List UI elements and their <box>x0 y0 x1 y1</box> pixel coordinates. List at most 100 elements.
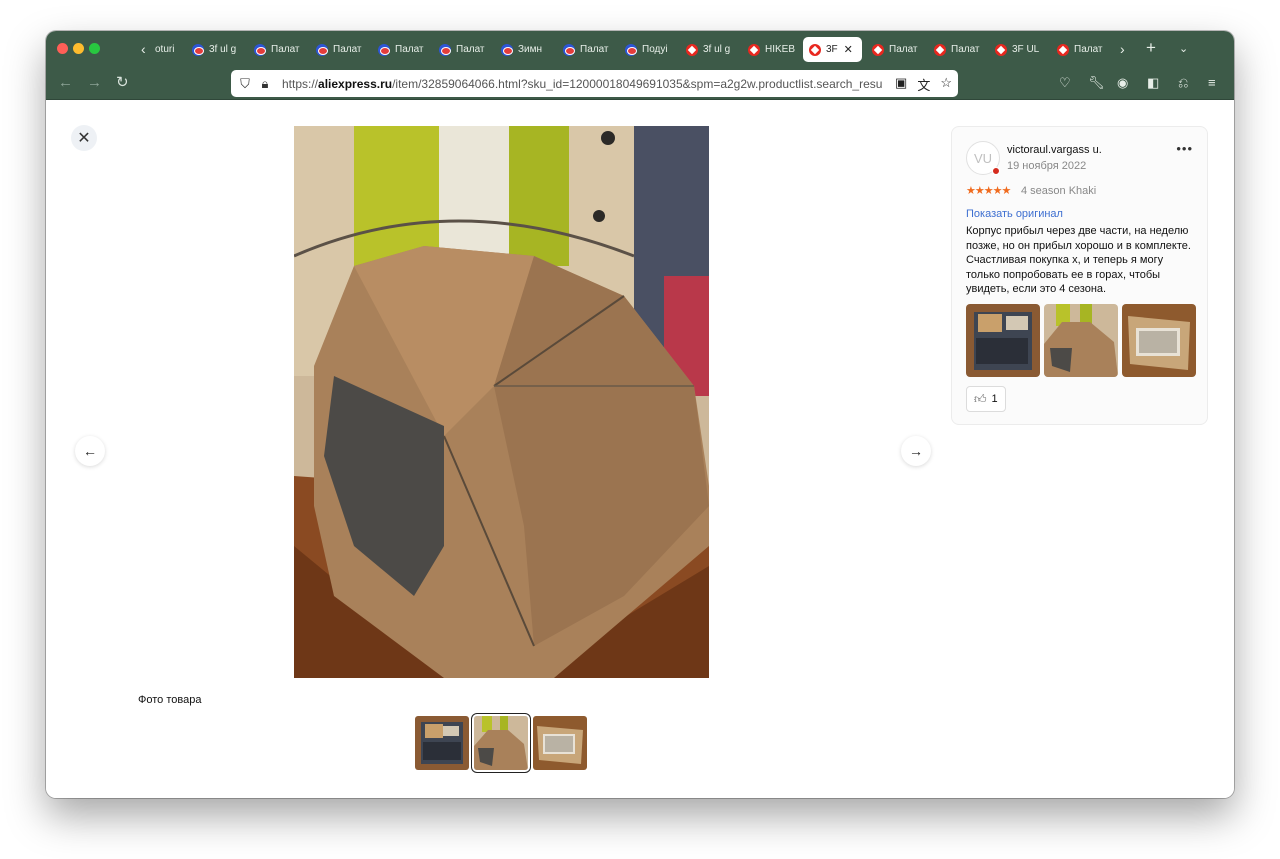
tab-5[interactable]: Палат <box>439 37 491 62</box>
browser-window: ‹ oturi 3f ul g Палат Палат Палат Палат … <box>46 31 1234 798</box>
scroll-tabs-left-icon[interactable]: ‹ <box>141 39 146 59</box>
tab-11-active[interactable]: 3F ✕ <box>803 37 862 62</box>
forward-icon[interactable]: → <box>87 74 102 92</box>
like-count: 1 <box>991 393 998 405</box>
tab-favicon-icon <box>934 43 946 56</box>
account-icon[interactable]: ◉ <box>1117 75 1128 91</box>
tab-label: HIKEB <box>765 44 796 55</box>
tab-10[interactable]: HIKEB <box>748 37 800 62</box>
review-image-interior[interactable] <box>1122 304 1196 377</box>
rating-stars: ★★★★★ <box>966 185 1011 197</box>
tab-label: 3F UL <box>1012 44 1040 55</box>
tab-favicon-icon <box>872 43 884 56</box>
tab-favicon-icon <box>686 43 698 56</box>
thumbnail-package[interactable] <box>415 716 469 770</box>
url-text[interactable]: https://aliexpress.ru/item/32859064066.h… <box>282 77 882 91</box>
review-photo-viewer: ✕ ← → Фото товара VU victoraul.vargass u… <box>46 100 1234 798</box>
tab-favicon-icon <box>748 43 760 56</box>
tab-label: Подуі <box>642 44 668 55</box>
extensions-icon[interactable]: ⎌ <box>1178 75 1188 91</box>
close-tab-icon[interactable]: ✕ <box>844 43 853 56</box>
list-tabs-icon[interactable]: ⌄ <box>1179 39 1188 59</box>
tab-7[interactable]: Палат <box>563 37 615 62</box>
navigation-bar: ← → ↻ ⛉ 🔒︎ https://aliexpress.ru/item/32… <box>46 67 1234 100</box>
tab-1[interactable]: 3f ul g <box>192 37 244 62</box>
arrow-left-icon: ← <box>83 443 97 459</box>
translate-icon[interactable]: 文 <box>917 75 930 94</box>
tab-label: Палат <box>333 44 362 55</box>
url-path: /item/32859064066.html?sku_id=1200001804… <box>392 76 882 91</box>
tab-4[interactable]: Палат <box>378 37 430 62</box>
review-card: VU victoraul.vargass u. 19 ноября 2022 •… <box>951 126 1208 425</box>
reviewer-name: victoraul.vargass u. <box>1007 144 1102 156</box>
bookmark-star-icon[interactable]: ☆ <box>940 75 952 94</box>
tab-13[interactable]: Палат <box>934 37 986 62</box>
tab-favicon-icon <box>316 43 328 56</box>
tab-2[interactable]: Палат <box>254 37 306 62</box>
product-variant: 4 season Khaki <box>1021 185 1097 197</box>
review-image-package[interactable] <box>966 304 1040 377</box>
tab-14[interactable]: 3F UL <box>995 37 1047 62</box>
more-options-icon[interactable]: ••• <box>1176 141 1193 156</box>
tab-label: 3f ul g <box>209 44 237 55</box>
tab-label: 3F <box>826 44 838 55</box>
tab-favicon-icon <box>254 43 266 56</box>
wrench-icon[interactable]: 🔧︎ <box>1088 75 1105 91</box>
tab-15[interactable]: Палат <box>1057 37 1113 62</box>
arrow-right-icon: → <box>909 443 923 459</box>
show-original-link[interactable]: Показать оригинал <box>966 208 1063 220</box>
back-icon[interactable]: ← <box>58 74 73 92</box>
tab-favicon-icon <box>192 43 204 56</box>
country-flag-icon <box>992 167 1000 175</box>
tab-8[interactable]: Подуі <box>625 37 677 62</box>
tab-favicon-icon <box>809 43 821 56</box>
tab-favicon-icon <box>625 43 637 56</box>
window-minimize-button[interactable] <box>73 43 84 54</box>
tab-label: 3f ul g <box>703 44 731 55</box>
window-close-button[interactable] <box>57 43 68 54</box>
tab-bar: ‹ oturi 3f ul g Палат Палат Палат Палат … <box>46 31 1234 67</box>
review-image <box>1044 304 1118 377</box>
tab-0[interactable]: oturi <box>155 37 179 62</box>
close-viewer-button[interactable]: ✕ <box>71 125 97 151</box>
next-photo-button[interactable]: → <box>901 436 931 466</box>
tab-label: oturi <box>155 44 175 55</box>
tab-label: Палат <box>395 44 424 55</box>
review-text: Корпус прибыл через две части, на неделю… <box>966 225 1191 296</box>
menu-icon[interactable]: ≡ <box>1208 75 1216 90</box>
address-bar[interactable]: ⛉ 🔒︎ https://aliexpress.ru/item/32859064… <box>231 70 958 97</box>
thumbnail-image <box>474 716 528 770</box>
tab-favicon-icon <box>563 43 575 56</box>
scroll-tabs-right-icon[interactable]: › <box>1120 39 1125 59</box>
reload-icon[interactable]: ↻ <box>116 74 129 92</box>
new-tab-icon[interactable]: + <box>1146 39 1156 57</box>
review-date: 19 ноября 2022 <box>1007 160 1087 172</box>
review-image-tent[interactable] <box>1044 304 1118 377</box>
ublock-shield-icon[interactable]: ◧ <box>1147 75 1159 91</box>
tab-9[interactable]: 3f ul g <box>686 37 738 62</box>
tab-3[interactable]: Палат <box>316 37 368 62</box>
pocket-icon[interactable]: ♡ <box>1059 75 1071 91</box>
lock-icon[interactable]: 🔒︎ <box>258 76 272 92</box>
picture-in-picture-icon[interactable]: ▣ <box>895 75 907 94</box>
tab-12[interactable]: Палат <box>872 37 924 62</box>
tent-photo-image <box>294 126 709 678</box>
tab-favicon-icon <box>501 43 513 56</box>
close-icon: ✕ <box>77 130 91 147</box>
thumbnail-interior[interactable] <box>533 716 587 770</box>
previous-photo-button[interactable]: ← <box>75 436 105 466</box>
thumbnail-image <box>415 716 469 770</box>
like-button[interactable]: 👍︎ 1 <box>966 386 1006 412</box>
thumbnail-tent-selected[interactable] <box>474 716 528 770</box>
tab-favicon-icon <box>995 43 1007 56</box>
tab-favicon-icon <box>439 43 451 56</box>
tab-6[interactable]: Зимн <box>501 37 553 62</box>
thumbnail-strip <box>415 716 587 770</box>
thumbs-up-icon: 👍︎ <box>974 391 987 406</box>
shield-icon[interactable]: ⛉ <box>238 76 252 92</box>
thumbnail-image <box>533 716 587 770</box>
tab-label: Палат <box>271 44 300 55</box>
window-maximize-button[interactable] <box>89 43 100 54</box>
review-image <box>966 304 1040 377</box>
tab-label: Палат <box>889 44 918 55</box>
